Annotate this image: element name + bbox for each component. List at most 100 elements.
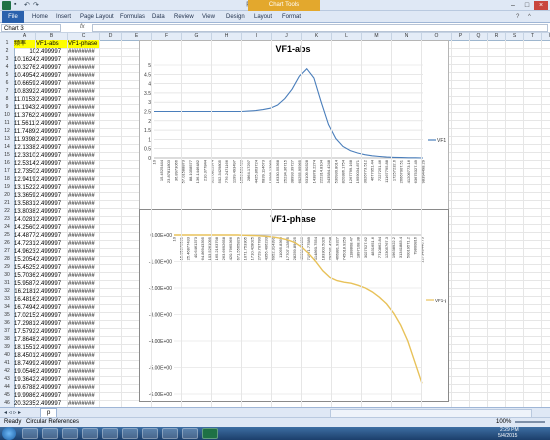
cell-freq[interactable]: 11.01539 — [14, 96, 36, 104]
row-header[interactable]: 18 — [0, 176, 14, 182]
row-header[interactable]: 28 — [0, 256, 14, 262]
column-header-S[interactable]: S — [506, 33, 524, 40]
column-header-F[interactable]: F — [152, 33, 182, 40]
cell-freq[interactable]: 15.95879 — [14, 280, 36, 288]
row-header[interactable]: 15 — [0, 152, 14, 158]
cell-abs[interactable]: 2.499997 — [36, 264, 68, 272]
row-header[interactable]: 43 — [0, 376, 14, 382]
cell-abs[interactable]: 2.499997 — [36, 304, 68, 312]
row-header[interactable]: 17 — [0, 168, 14, 174]
cell-freq[interactable]: 13.58313 — [14, 200, 36, 208]
column-header-O[interactable]: O — [422, 33, 452, 40]
chart-vf1-phase[interactable]: VF1-phase 0.00E+00 -1.00E+00 -2.00E+00 -3.0… — [139, 209, 449, 402]
cell-freq[interactable]: 15.20548 — [14, 256, 36, 264]
row-header[interactable]: 12 — [0, 128, 14, 134]
row-header[interactable]: 14 — [0, 144, 14, 150]
cell-abs[interactable]: 2.499997 — [36, 216, 68, 224]
column-header-E[interactable]: E — [122, 33, 152, 40]
cell-phase[interactable]: ######## — [68, 224, 100, 232]
row-header[interactable]: 20 — [0, 192, 14, 198]
cell-phase[interactable]: ######## — [68, 352, 100, 360]
row-header[interactable]: 7 — [0, 88, 14, 94]
cell-freq[interactable]: 12.73503 — [14, 168, 36, 176]
cell-phase[interactable]: ######## — [68, 312, 100, 320]
cell-freq[interactable]: 14.72313 — [14, 240, 36, 248]
cell-abs[interactable]: 2.499997 — [36, 64, 68, 72]
cell-abs[interactable]: 2.499997 — [36, 152, 68, 160]
cell-freq[interactable]: 12.53141 — [14, 160, 36, 168]
cell-phase[interactable]: ######## — [68, 136, 100, 144]
cell-phase[interactable]: ######## — [68, 400, 100, 407]
row-header[interactable]: 8 — [0, 96, 14, 102]
cell-freq[interactable]: 12.94196 — [14, 176, 36, 184]
cell-phase[interactable]: ######## — [68, 336, 100, 344]
insert-function-icon[interactable]: fx — [80, 24, 85, 30]
tab-file[interactable]: File — [2, 11, 24, 23]
tab-home[interactable]: Home — [32, 12, 48, 23]
column-header-A[interactable]: A — [14, 33, 36, 40]
cell-abs[interactable]: 2.499997 — [36, 400, 68, 407]
cell-phase[interactable]: ######## — [68, 288, 100, 296]
column-header-T[interactable]: T — [524, 33, 542, 40]
maximize-button[interactable]: □ — [520, 1, 534, 10]
column-header-J[interactable]: J — [272, 33, 302, 40]
row-header[interactable]: 42 — [0, 368, 14, 374]
row-header[interactable]: 21 — [0, 200, 14, 206]
cell-phase[interactable]: ######## — [68, 264, 100, 272]
tab-design[interactable]: Design — [226, 12, 245, 23]
row-header[interactable]: 23 — [0, 216, 14, 222]
ribbon-minimize-icon[interactable]: ^ — [528, 12, 531, 23]
cell-abs[interactable]: 2.499997 — [36, 248, 68, 256]
column-header-N[interactable]: N — [392, 33, 422, 40]
cell-freq[interactable]: 10.83927 — [14, 88, 36, 96]
row-header[interactable]: 10 — [0, 112, 14, 118]
cell-phase[interactable]: ######## — [68, 112, 100, 120]
cell-abs[interactable]: 2.499997 — [36, 72, 68, 80]
cell-freq[interactable]: 18.15516 — [14, 344, 36, 352]
cell-abs[interactable]: 2.499997 — [36, 232, 68, 240]
cell-freq[interactable]: 18.45015 — [14, 352, 36, 360]
tab-layout[interactable]: Layout — [254, 12, 272, 23]
cell-phase[interactable]: ######## — [68, 384, 100, 392]
cell-phase[interactable]: ######## — [68, 328, 100, 336]
cell-freq[interactable]: 13.36596 — [14, 192, 36, 200]
start-button[interactable] — [2, 427, 16, 440]
cell-header-abs[interactable]: VF1-abs — [36, 40, 68, 48]
cell-phase[interactable]: ######## — [68, 96, 100, 104]
row-header[interactable]: 41 — [0, 360, 14, 366]
cell-abs[interactable]: 2.499997 — [36, 328, 68, 336]
cell-freq[interactable]: 19.67886 — [14, 384, 36, 392]
cell-abs[interactable]: 2.499997 — [36, 48, 68, 56]
cell-freq[interactable]: 14.02814 — [14, 216, 36, 224]
cell-phase[interactable]: ######## — [68, 64, 100, 72]
cell-abs[interactable]: 2.499997 — [36, 336, 68, 344]
taskbar-app-icon[interactable] — [182, 428, 198, 439]
cell-freq[interactable]: 13.80384 — [14, 208, 36, 216]
row-header[interactable]: 2 — [0, 48, 14, 54]
tab-review[interactable]: Review — [174, 12, 194, 23]
cell-abs[interactable]: 2.499997 — [36, 360, 68, 368]
cell-freq[interactable]: 16.48162 — [14, 296, 36, 304]
cell-freq[interactable]: 16.74943 — [14, 304, 36, 312]
cell-phase[interactable]: ######## — [68, 320, 100, 328]
cell-freq[interactable]: 14.25608 — [14, 224, 36, 232]
column-header-H[interactable]: H — [212, 33, 242, 40]
cell-abs[interactable]: 2.499997 — [36, 288, 68, 296]
cell-phase[interactable]: ######## — [68, 80, 100, 88]
cell-freq[interactable]: 16.2181 — [14, 288, 36, 296]
cell-freq[interactable]: 17.29818 — [14, 320, 36, 328]
cell-header-freq[interactable]: 频率 — [14, 40, 36, 48]
row-header[interactable]: 40 — [0, 352, 14, 358]
cell-phase[interactable]: ######## — [68, 200, 100, 208]
cell-abs[interactable]: 2.499997 — [36, 88, 68, 96]
cell-freq[interactable]: 11.19438 — [14, 104, 36, 112]
cell-abs[interactable]: 2.499997 — [36, 112, 68, 120]
tab-data[interactable]: Data — [152, 12, 165, 23]
cell-phase[interactable]: ######## — [68, 168, 100, 176]
cell-abs[interactable]: 2.499997 — [36, 280, 68, 288]
row-header[interactable]: 13 — [0, 136, 14, 142]
cell-phase[interactable]: ######## — [68, 392, 100, 400]
cell-phase[interactable]: ######## — [68, 160, 100, 168]
column-header-D[interactable]: D — [100, 33, 122, 40]
row-header[interactable]: 6 — [0, 80, 14, 86]
